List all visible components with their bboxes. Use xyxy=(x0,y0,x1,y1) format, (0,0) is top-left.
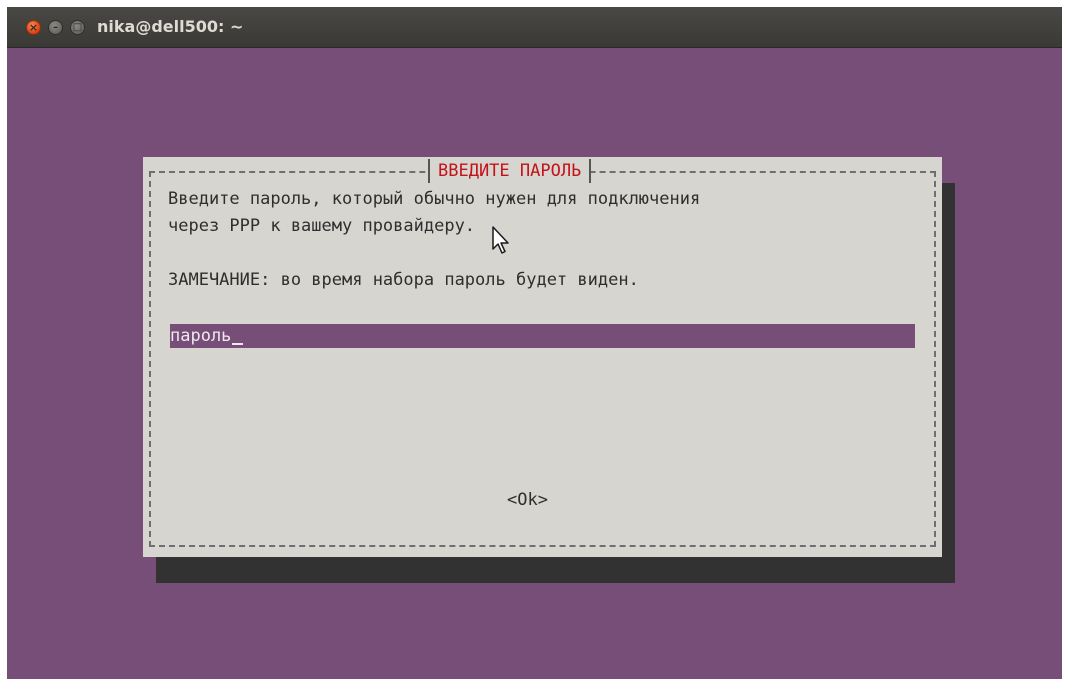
minimize-button[interactable]: – xyxy=(48,20,63,35)
password-input-value: пароль xyxy=(170,324,244,348)
password-input-text: пароль xyxy=(170,326,232,346)
dialog-message-line-2: через PPP к вашему провайдеру. xyxy=(168,216,476,236)
password-input[interactable]: пароль xyxy=(170,324,915,348)
maximize-icon: □ xyxy=(72,22,83,33)
dialog-note: ЗАМЕЧАНИЕ: во время набора пароль будет … xyxy=(168,270,639,290)
maximize-button[interactable]: □ xyxy=(70,20,85,35)
window-title: nika@dell500: ~ xyxy=(97,17,244,36)
text-cursor xyxy=(232,343,244,345)
dialog-title: ВВЕДИТЕ ПАРОЛЬ xyxy=(428,159,592,183)
terminal-window: × – □ nika@dell500: ~ ВВЕДИТЕ ПАРОЛЬ Вве… xyxy=(7,7,1062,679)
password-dialog: ВВЕДИТЕ ПАРОЛЬ Введите пароль, который о… xyxy=(143,157,942,557)
title-bar[interactable]: × – □ nika@dell500: ~ xyxy=(7,7,1062,48)
ok-button[interactable]: <Ok> xyxy=(507,488,548,512)
minimize-icon: – xyxy=(53,22,58,33)
mouse-pointer-icon xyxy=(492,226,509,254)
close-icon: × xyxy=(28,21,39,34)
dialog-message-line-1: Введите пароль, который обычно нужен для… xyxy=(168,189,701,209)
close-button[interactable]: × xyxy=(26,20,41,35)
